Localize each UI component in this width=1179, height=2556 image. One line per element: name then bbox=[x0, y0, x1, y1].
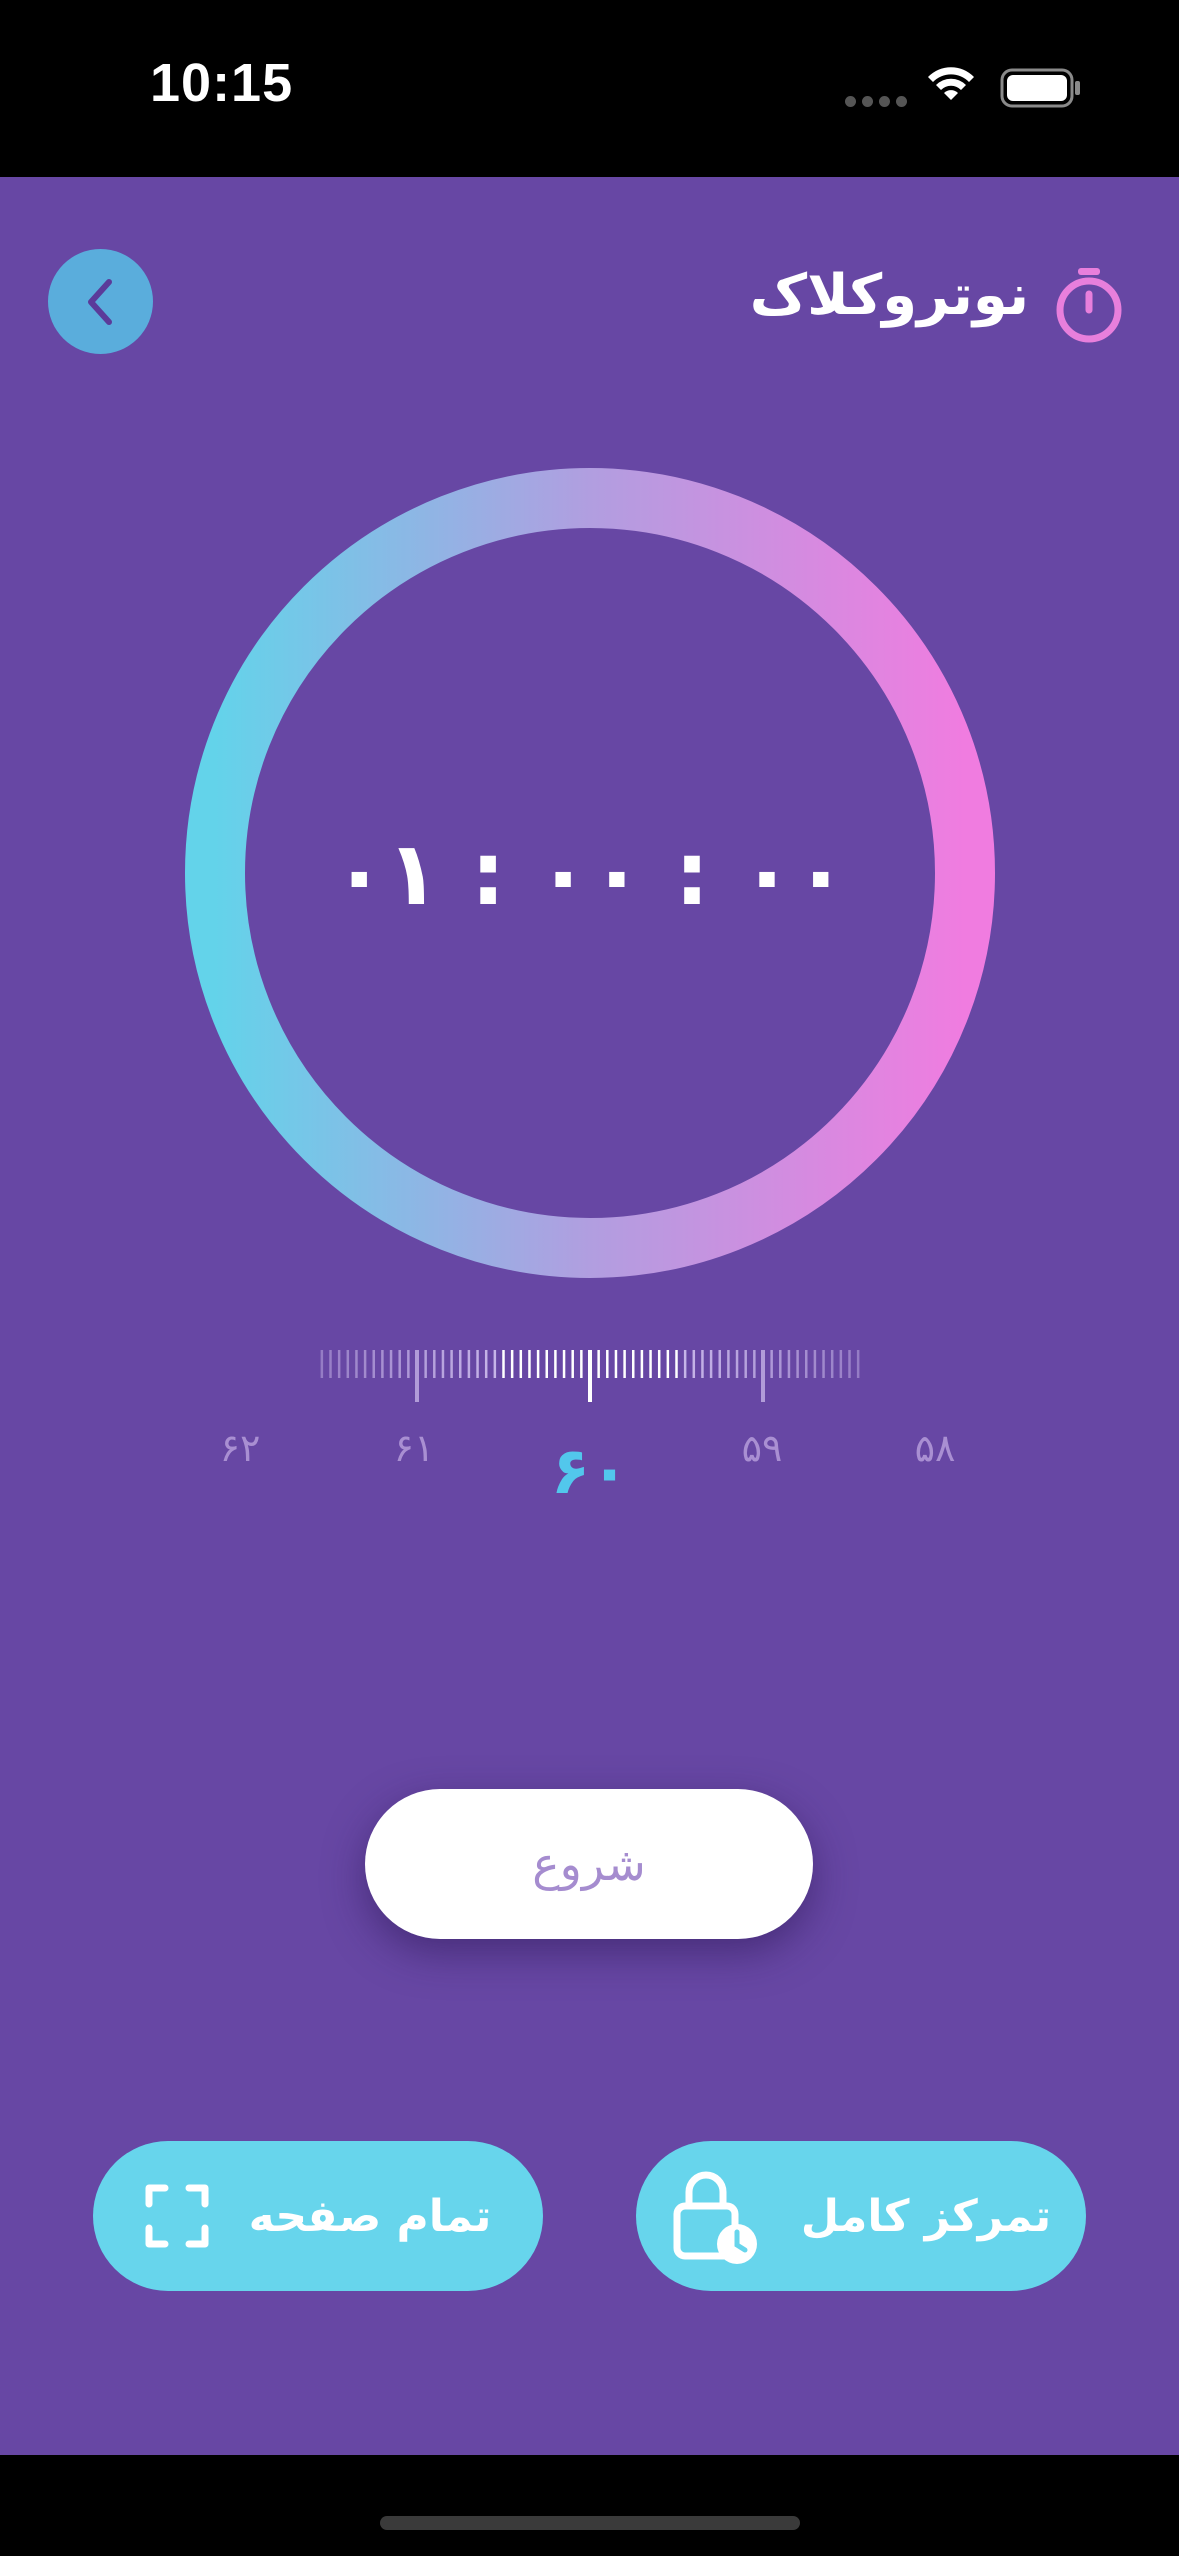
fullscreen-icon bbox=[145, 2184, 209, 2248]
ruler-selected-value: ۶۰ bbox=[550, 1435, 630, 1509]
timer-display: ۰۱ : ۰۰ : ۰۰ bbox=[332, 821, 848, 925]
ruler-label: ۶۲ bbox=[219, 1426, 261, 1470]
app-title: نوتروکلاک bbox=[749, 263, 1029, 328]
start-button[interactable]: شروع bbox=[365, 1789, 813, 1939]
phone-screen: 10:15 نوتروکلاک ۰۱: ۰۰: ۰۰ ۶۲ ۶۱ ۶۰ ۵۹… bbox=[0, 0, 1179, 2556]
chevron-left-icon bbox=[87, 278, 112, 325]
main-content: نوتروکلاک ۰۱ : ۰۰ : ۰۰ ۶۲ ۶۱ ۶۰ ۵۹ ۵۸ شر… bbox=[0, 177, 1179, 2455]
wifi-icon bbox=[928, 67, 974, 100]
back-button[interactable] bbox=[48, 249, 153, 354]
ruler-label: ۵۹ bbox=[741, 1426, 783, 1470]
battery-icon bbox=[1000, 68, 1080, 108]
bottom-bar bbox=[0, 2455, 1179, 2556]
status-time: 10:15 bbox=[150, 53, 294, 113]
timer-ring: ۰۱ : ۰۰ : ۰۰ bbox=[185, 468, 995, 1278]
ruler-label: ۶۱ bbox=[393, 1426, 435, 1470]
full-focus-label: تمرکز کامل bbox=[800, 2190, 1052, 2242]
fullscreen-button[interactable]: تمام صفحه bbox=[93, 2141, 543, 2291]
full-focus-button[interactable]: تمرکز کامل bbox=[636, 2141, 1086, 2291]
lock-clock-icon bbox=[673, 2171, 757, 2264]
stopwatch-icon bbox=[1056, 268, 1122, 343]
home-indicator bbox=[380, 2516, 800, 2530]
fullscreen-label: تمام صفحه bbox=[248, 2190, 492, 2242]
ruler-label: ۵۸ bbox=[914, 1426, 956, 1470]
status-bar: 10:15 bbox=[0, 0, 1179, 177]
cellular-signal-icon bbox=[845, 96, 907, 107]
